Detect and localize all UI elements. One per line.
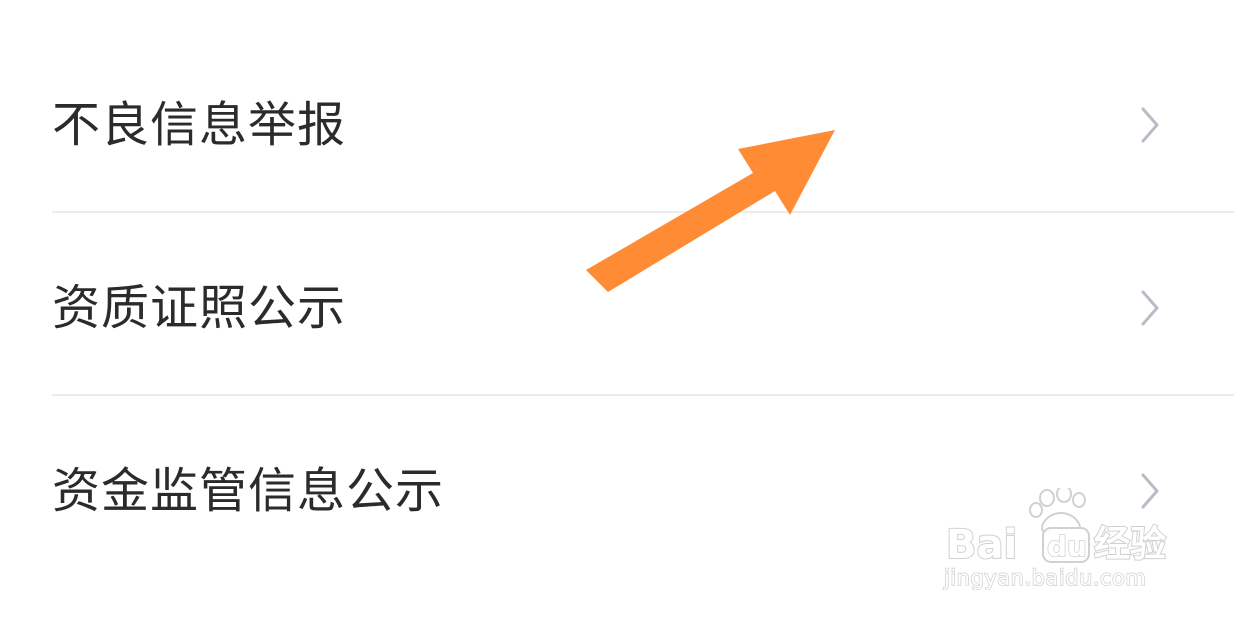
menu-item-qualification-license[interactable]: 资质证照公示 — [0, 213, 1234, 396]
watermark-brand: Bai — [946, 522, 1017, 568]
watermark-url: jingyan.baidu.com — [943, 565, 1147, 591]
watermark-product: 经验 — [1094, 524, 1166, 565]
baidu-paw-logo-icon: Bai du 经验 — [945, 488, 1167, 568]
chevron-right-icon — [1141, 290, 1159, 326]
menu-item-label: 资质证照公示 — [52, 280, 347, 336]
watermark-brand-suffix: du — [1047, 530, 1087, 563]
menu-item-bad-info-report[interactable]: 不良信息举报 — [0, 30, 1234, 213]
settings-screen: 不良信息举报 资质证照公示 资金监管信息公示 Bai du 经验 jingyan… — [0, 0, 1234, 620]
baidu-jingyan-watermark: Bai du 经验 jingyan.baidu.com — [943, 488, 1174, 598]
chevron-right-icon — [1141, 107, 1159, 143]
menu-item-label: 不良信息举报 — [52, 97, 347, 153]
menu-item-label: 资金监管信息公示 — [52, 463, 445, 519]
